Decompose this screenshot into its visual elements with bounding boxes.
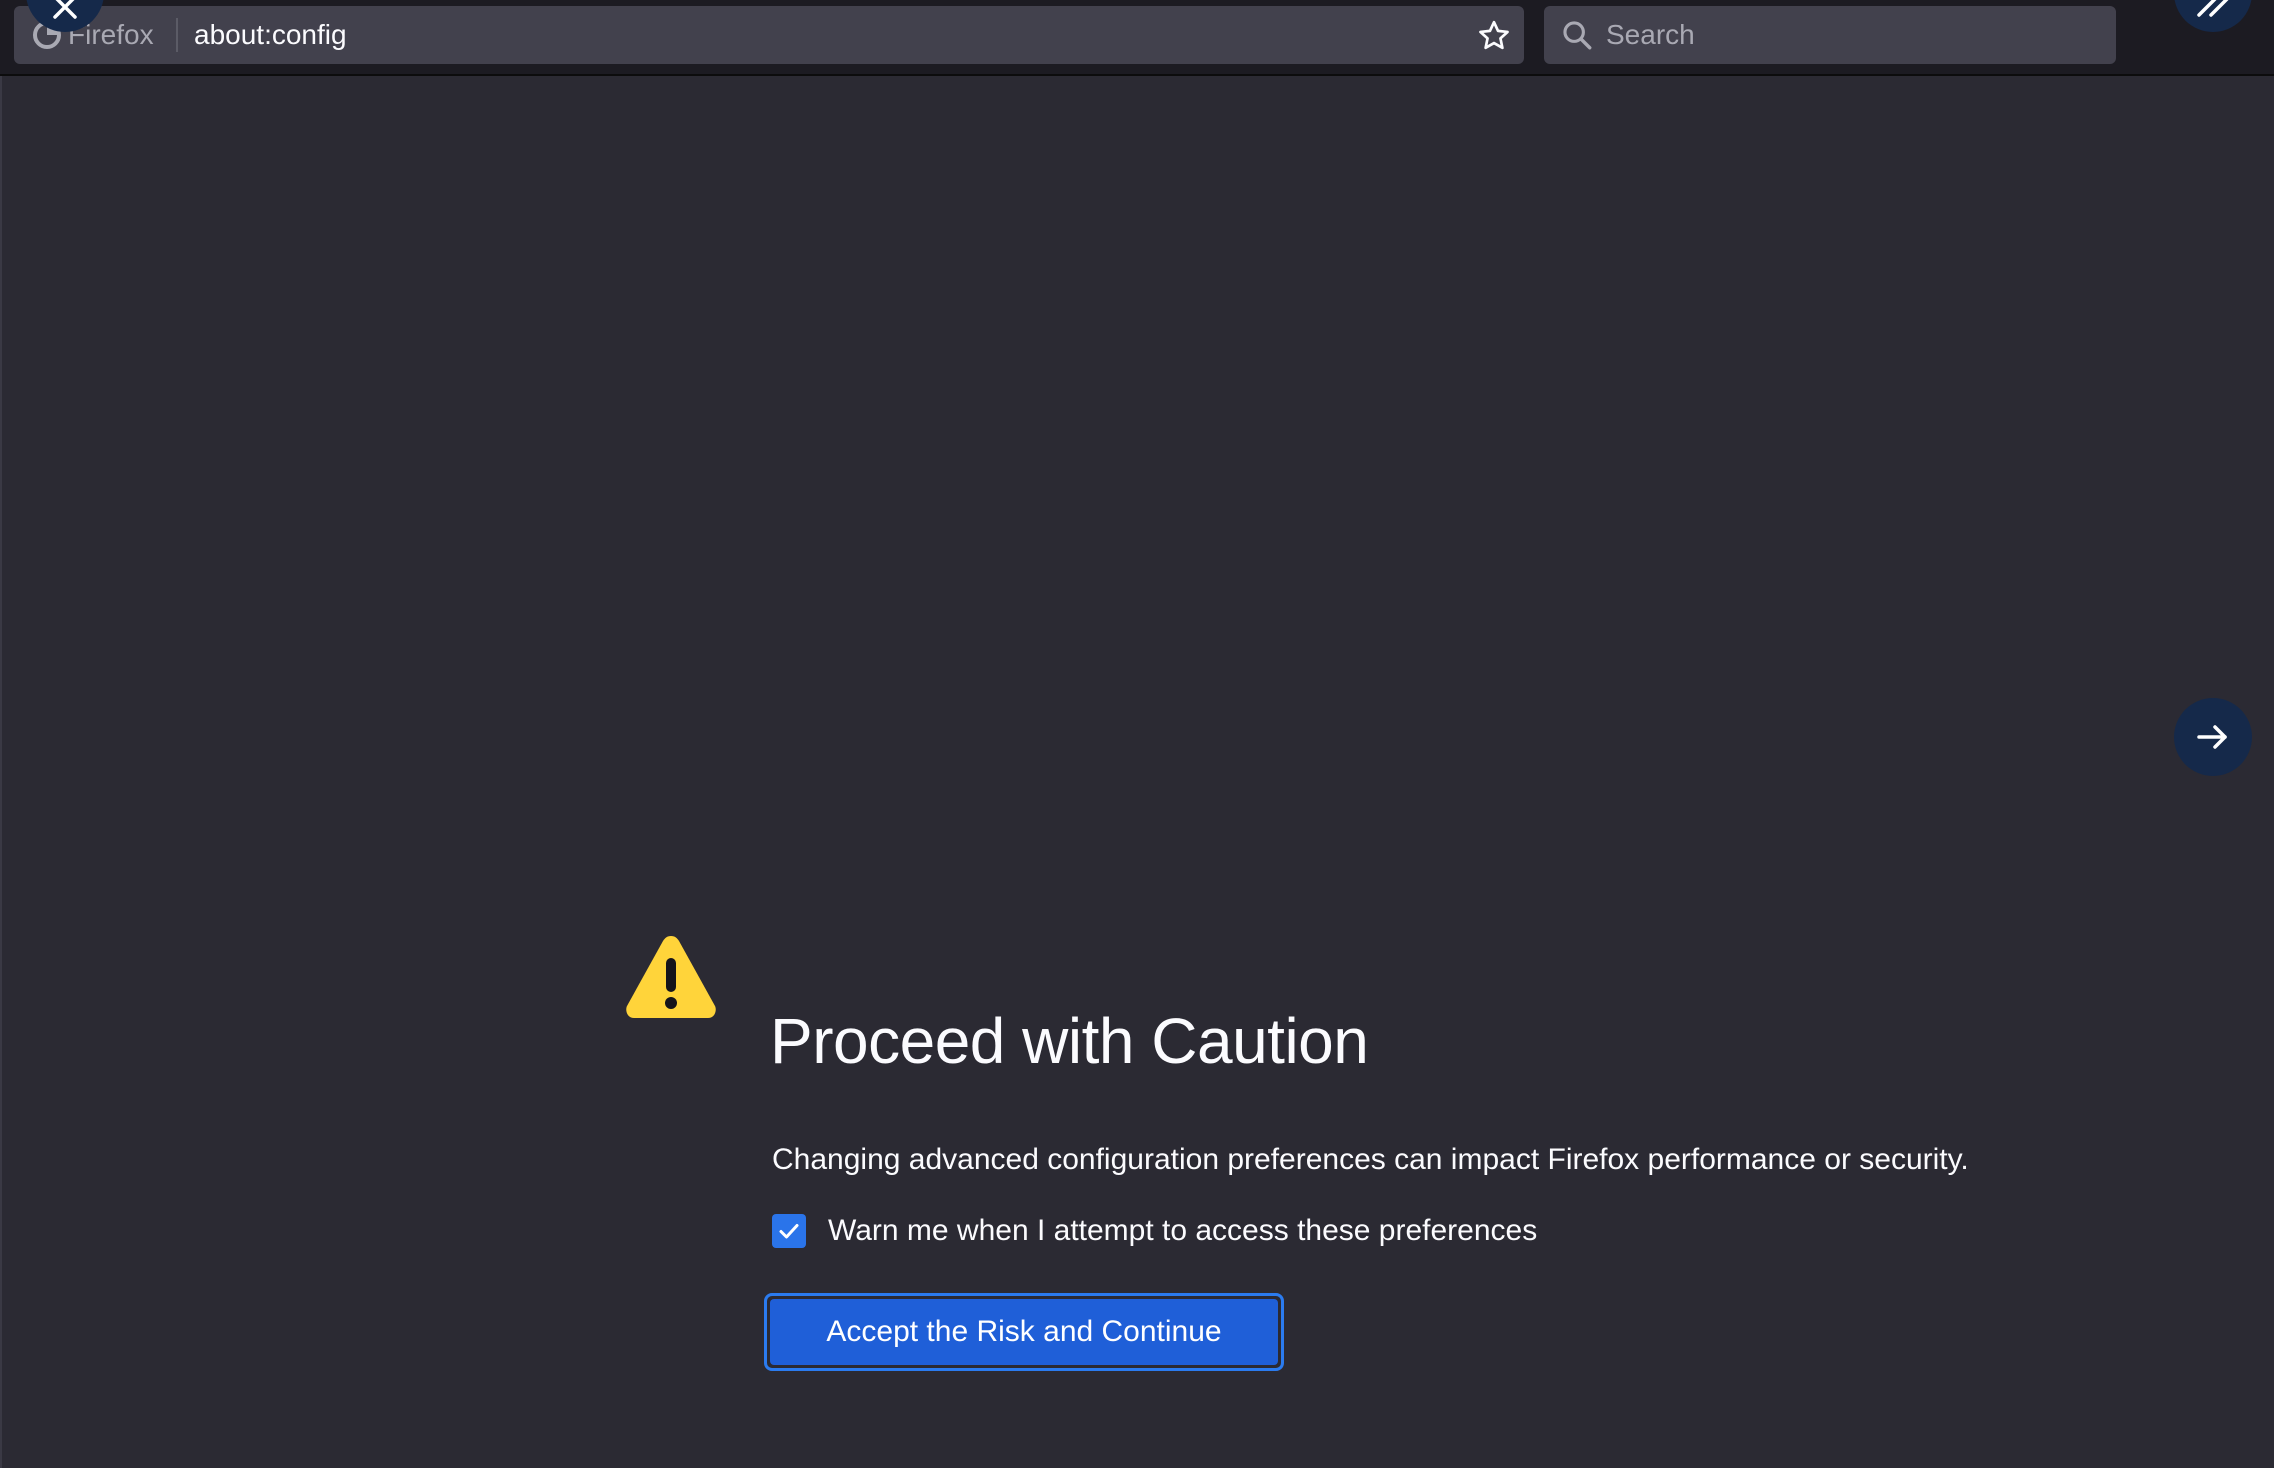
search-icon (1563, 21, 1592, 50)
checkmark-icon (779, 1224, 799, 1239)
accept-risk-button-label: Accept the Risk and Continue (770, 1299, 1278, 1365)
close-icon (53, 0, 77, 19)
page-title: Proceed with Caution (770, 1005, 1369, 1077)
warning-icon (626, 936, 716, 1018)
identity-separator (176, 18, 178, 52)
next-button[interactable] (2174, 698, 2252, 776)
search-placeholder: Search (1606, 19, 1695, 50)
star-icon[interactable] (1476, 18, 1512, 54)
warning-description: Changing advanced configuration preferen… (772, 1143, 1969, 1176)
browser-window: Firefox about:config Search Proceed with… (0, 0, 2274, 1468)
warn-checkbox-label[interactable]: Warn me when I attempt to access these p… (828, 1214, 1537, 1248)
page-content: Proceed with Caution Changing advanced c… (0, 76, 2274, 1468)
warn-preference-row[interactable]: Warn me when I attempt to access these p… (772, 1208, 1537, 1254)
warn-checkbox[interactable] (772, 1214, 806, 1248)
accept-risk-button[interactable]: Accept the Risk and Continue (764, 1293, 1284, 1371)
search-bar[interactable]: Search (1544, 6, 2116, 64)
url-text[interactable]: about:config (194, 6, 347, 64)
navigation-toolbar: Firefox about:config Search (0, 0, 2274, 76)
double-chevron-icon (2197, 0, 2229, 17)
address-bar[interactable]: Firefox about:config (14, 6, 1524, 64)
arrow-right-icon (2197, 725, 2227, 749)
